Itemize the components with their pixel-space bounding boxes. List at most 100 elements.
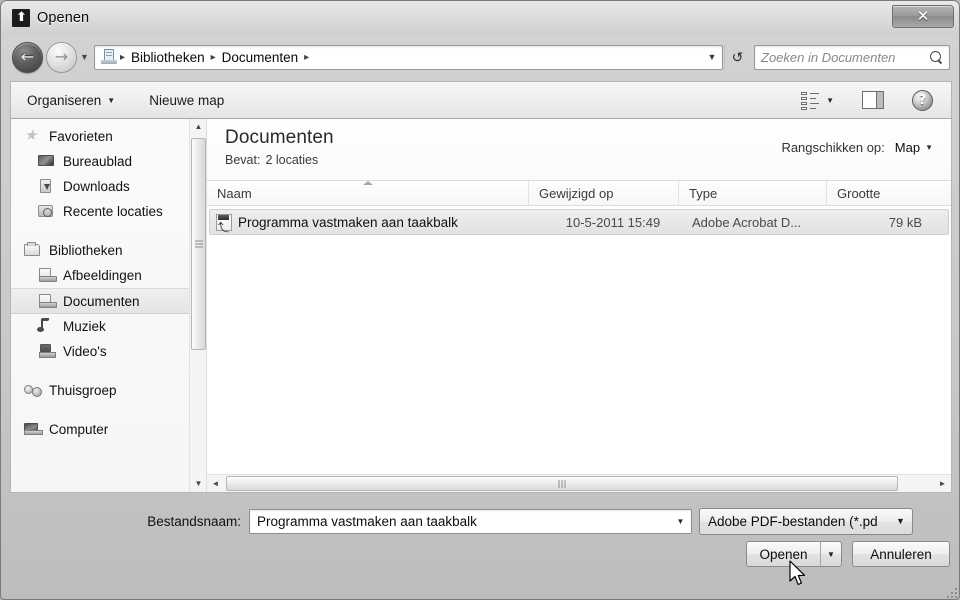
file-modified: 10-5-2011 15:49 <box>565 214 661 230</box>
triangle-up-icon: ▲ <box>194 122 203 131</box>
chevron-down-icon: ▼ <box>826 95 834 105</box>
preview-pane-button[interactable] <box>852 86 894 114</box>
command-toolbar: Organiseren ▼ Nieuwe map ▼ ? <box>10 81 952 119</box>
breadcrumb-bibliotheken[interactable]: Bibliotheken <box>127 46 209 69</box>
filename-input[interactable]: Programma vastmaken aan taakbalk ▼ <box>249 508 692 534</box>
breadcrumb-documenten[interactable]: Documenten <box>218 46 303 69</box>
file-rows: Programma vastmaken aan taakbalk 10-5-20… <box>207 209 951 235</box>
scroll-down-button[interactable]: ▼ <box>190 475 206 492</box>
dialog-buttons: Openen ▼ Annuleren <box>746 541 950 567</box>
sidebar-item-documenten[interactable]: Documenten <box>11 288 206 314</box>
column-label: Type <box>689 185 718 201</box>
scroll-left-button[interactable]: ◄ <box>207 475 224 492</box>
column-header-grootte[interactable]: Grootte <box>827 181 927 205</box>
new-folder-button[interactable]: Nieuwe map <box>139 86 234 114</box>
open-button[interactable]: Openen <box>747 542 821 566</box>
scrollbar-grip-icon <box>558 479 566 488</box>
address-dropdown-button[interactable]: ▼ <box>702 46 722 69</box>
filename-value: Programma vastmaken aan taakbalk <box>257 513 477 529</box>
history-dropdown-button[interactable]: ▼ <box>77 42 92 73</box>
sidebar-vertical-scrollbar[interactable]: ▲ ▼ <box>189 118 206 492</box>
open-split-button[interactable]: Openen ▼ <box>746 541 842 567</box>
file-type-filter-select[interactable]: Adobe PDF-bestanden (*.pd ▼ <box>699 507 913 535</box>
filename-dropdown-button[interactable]: ▼ <box>672 510 689 533</box>
open-file-dialog-window: ⬆ Openen ✕ ← → ▼ ▸ Bibliotheken ▸ Docume… <box>0 0 960 600</box>
libraries-breadcrumb-icon <box>100 49 118 65</box>
sidebar-item-bibliotheken[interactable]: Bibliotheken <box>11 238 206 263</box>
column-header-gewijzigd-op[interactable]: Gewijzigd op <box>529 181 679 205</box>
sidebar-item-afbeeldingen[interactable]: Afbeeldingen <box>11 263 206 288</box>
file-list-pane: Documenten Bevat: 2 locaties Rangschikken… <box>207 118 951 492</box>
triangle-left-icon: ◄ <box>211 479 220 488</box>
breadcrumb-separator-end[interactable]: ▸ <box>302 52 311 63</box>
file-list-horizontal-scrollbar[interactable]: ◄ ► <box>207 474 951 492</box>
computer-icon <box>23 421 43 438</box>
sidebar-item-bureaublad[interactable]: Bureaublad <box>11 149 206 174</box>
preview-pane-icon <box>862 91 884 109</box>
file-type: Adobe Acrobat D... <box>692 214 802 230</box>
pdf-file-icon <box>216 213 232 231</box>
scrollbar-thumb[interactable] <box>191 138 206 350</box>
list-view-icon <box>801 91 820 110</box>
chevron-down-icon: ▼ <box>80 52 89 62</box>
window-title: Openen <box>37 10 90 26</box>
sidebar-list: Favorieten Bureaublad Downloads Recente … <box>11 118 206 442</box>
sidebar-item-muziek[interactable]: Muziek <box>11 314 206 339</box>
contains-value: 2 locaties <box>265 153 319 167</box>
column-header-naam[interactable]: Naam <box>207 181 529 205</box>
refresh-button[interactable]: ↺ <box>724 44 750 70</box>
desktop-icon <box>37 153 56 170</box>
content-header: Documenten Bevat: 2 locaties Rangschikken… <box>207 118 951 180</box>
change-view-button[interactable]: ▼ <box>791 86 844 114</box>
file-type-filter-value: Adobe PDF-bestanden (*.pd <box>708 513 878 529</box>
pictures-icon <box>37 267 57 284</box>
resize-grip-icon[interactable] <box>945 586 957 598</box>
sidebar-item-recente-locaties[interactable]: Recente locaties <box>11 199 206 224</box>
sidebar-item-label: Bureaublad <box>63 154 133 169</box>
new-folder-label: Nieuwe map <box>149 92 225 108</box>
sidebar-item-thuisgroep[interactable]: Thuisgroep <box>11 378 206 403</box>
help-button[interactable]: ? <box>902 86 943 114</box>
column-label: Grootte <box>837 185 881 201</box>
column-label: Gewijzigd op <box>539 185 614 201</box>
breadcrumb-separator: ▸ <box>120 51 126 63</box>
open-dropdown-button[interactable]: ▼ <box>821 542 841 566</box>
address-bar-input[interactable]: ▸ Bibliotheken ▸ Documenten ▸ ▼ <box>94 44 723 70</box>
back-arrow-icon: ← <box>20 47 35 66</box>
sidebar-item-label: Thuisgroep <box>49 383 117 398</box>
search-input[interactable]: Zoeken in Documenten <box>754 44 950 70</box>
scrollbar-track[interactable] <box>224 475 934 492</box>
scrollbar-grip-icon <box>195 240 203 248</box>
arrange-by-value[interactable]: Map <box>890 140 920 155</box>
adobe-acrobat-icon: ⬆ <box>12 9 30 27</box>
scroll-right-button[interactable]: ► <box>934 475 951 492</box>
close-icon: ✕ <box>916 7 930 25</box>
cancel-button[interactable]: Annuleren <box>852 541 950 567</box>
close-button[interactable]: ✕ <box>892 5 954 28</box>
chevron-down-icon: ▼ <box>896 516 905 526</box>
column-header-type[interactable]: Type <box>679 181 827 205</box>
organize-label: Organiseren <box>27 92 102 108</box>
sidebar-item-favorieten[interactable]: Favorieten <box>11 124 206 149</box>
table-row[interactable]: Programma vastmaken aan taakbalk 10-5-20… <box>209 209 949 235</box>
organize-button[interactable]: Organiseren ▼ <box>17 86 125 114</box>
forward-button[interactable]: → <box>46 41 77 73</box>
chevron-down-icon: ▼ <box>676 516 685 526</box>
arrange-by-control[interactable]: Rangschikken op: Map ▼ <box>781 140 933 155</box>
scroll-up-button[interactable]: ▲ <box>190 118 206 135</box>
chevron-down-icon: ▼ <box>827 549 835 559</box>
sidebar-item-label: Muziek <box>63 319 106 334</box>
sidebar-item-downloads[interactable]: Downloads <box>11 174 206 199</box>
chevron-down-icon: ▼ <box>925 143 933 152</box>
sidebar-item-label: Favorieten <box>49 129 113 144</box>
sidebar-item-videos[interactable]: Video's <box>11 339 206 364</box>
homegroup-icon <box>23 382 42 399</box>
scrollbar-thumb[interactable] <box>226 476 898 491</box>
sidebar-item-computer[interactable]: Computer <box>11 417 206 442</box>
downloads-icon <box>37 178 56 195</box>
recent-locations-icon <box>37 203 56 220</box>
libraries-icon <box>23 242 42 259</box>
back-button[interactable]: ← <box>12 41 43 73</box>
navigation-bar: ← → ▼ ▸ Bibliotheken ▸ Documenten ▸ ▼ ↺ … <box>1 35 959 79</box>
